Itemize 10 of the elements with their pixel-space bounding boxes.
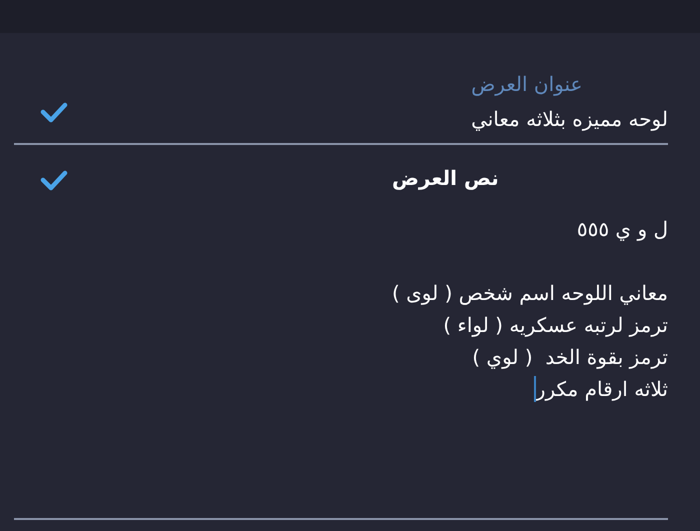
field-text: ترمز بقوة الخد ( لوي ) xyxy=(472,344,668,371)
field-label: عنوان العرض xyxy=(471,71,582,98)
field-text: معاني اللوحه اسم شخص ( لوى ) xyxy=(392,280,668,307)
field-text: ترمز لرتبه عسكريه ( لواء ) xyxy=(443,312,668,339)
field-label: نص العرض xyxy=(392,165,499,192)
field-text: ل و ي ٥٥٥ xyxy=(576,216,668,243)
field-text: لوحه مميزه بثلاثه معاني xyxy=(471,106,668,133)
field-text: ثلاثه ارقام مكرر xyxy=(536,376,668,403)
text-field[interactable]: نص العرض ل و ي ٥٥٥ معاني اللوحه اسم شخص ( لوى ) ترمز لرتبه عسكريه ( لواء ) ترمز بقوة الخد ( لوي ) ثلاثه ارقام مكرر xyxy=(14,145,668,520)
text-field[interactable]: عنوان العرض لوحه مميزه بثلاثه معاني xyxy=(14,33,668,145)
